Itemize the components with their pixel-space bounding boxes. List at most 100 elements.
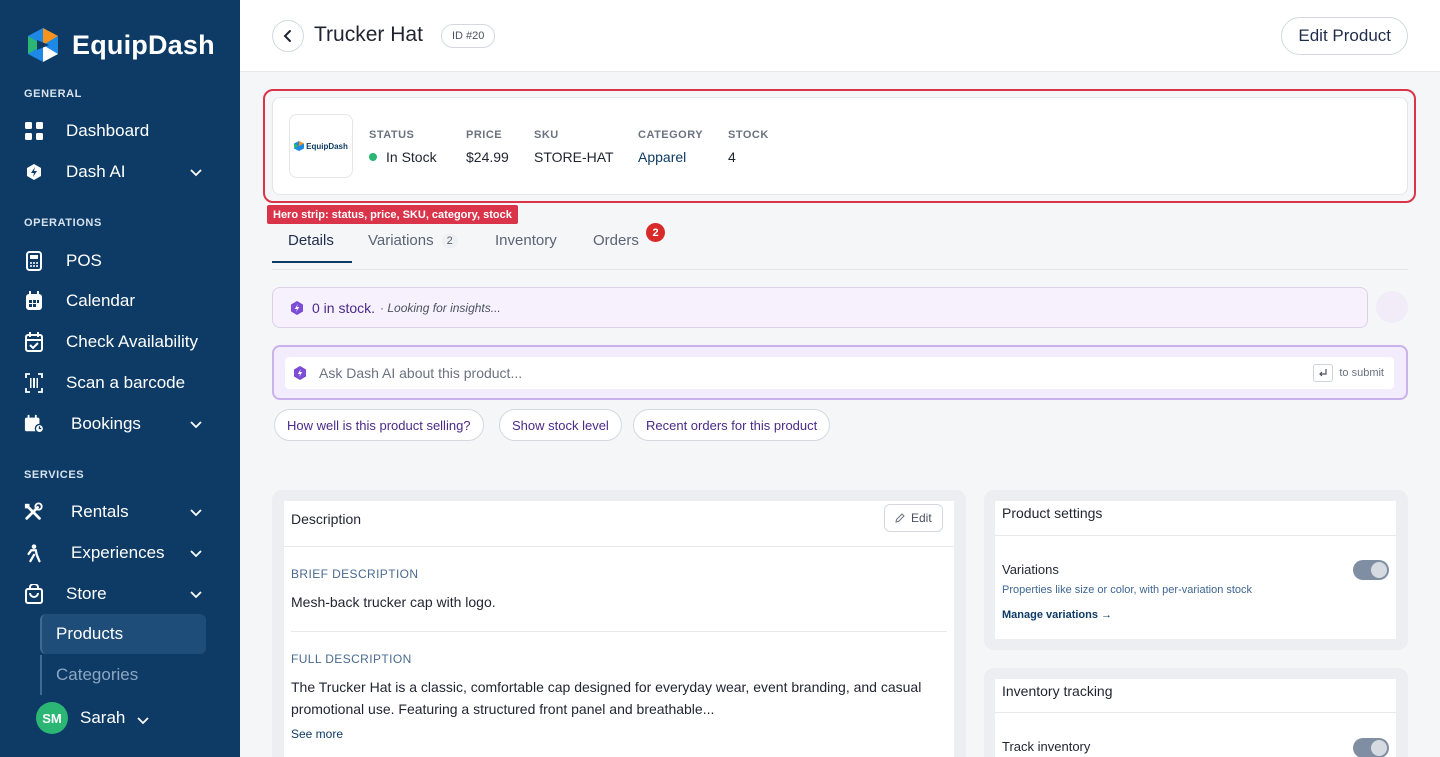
edit-product-button[interactable]: Edit Product <box>1281 17 1408 55</box>
nav-label-bookings: Bookings <box>71 414 141 433</box>
suggestion-chip[interactable]: Show stock level <box>499 409 622 441</box>
tab-orders[interactable]: Orders <box>593 232 639 249</box>
category-link[interactable]: Apparel <box>638 149 703 165</box>
nav-label-store: Store <box>66 584 107 603</box>
orders-count-badge: 2 <box>646 223 665 242</box>
enter-key-icon <box>1313 364 1334 382</box>
full-description-text: The Trucker Hat is a classic, comfortabl… <box>291 679 922 717</box>
tab-inventory[interactable]: Inventory <box>495 232 557 249</box>
track-inventory-name: Track inventory <box>1002 739 1091 754</box>
price-value: $24.99 <box>466 149 509 165</box>
divider <box>995 535 1396 536</box>
nav-label-check-availability: Check Availability <box>66 332 198 351</box>
section-label-general: GENERAL <box>24 88 82 100</box>
variations-setting-name: Variations <box>1002 562 1059 577</box>
tab-variations[interactable]: Variations 2 <box>368 232 458 249</box>
see-more-link[interactable]: See more <box>291 727 343 741</box>
hero-category: CATEGORY Apparel <box>638 129 703 165</box>
nav-item-dashboard[interactable]: Dashboard <box>24 113 216 149</box>
chevron-down-icon <box>190 421 202 429</box>
calendar-icon <box>24 291 44 311</box>
inventory-tracking-title: Inventory tracking <box>1002 683 1113 699</box>
nav-item-pos[interactable]: POS <box>24 243 216 279</box>
avatar: SM <box>36 702 68 734</box>
nav-label-calendar: Calendar <box>66 291 135 310</box>
brand-logo-icon <box>24 26 62 64</box>
variations-toggle[interactable] <box>1353 560 1389 580</box>
nav-item-scan-barcode[interactable]: Scan a barcode <box>24 365 216 401</box>
submit-hint: to submit <box>1313 364 1384 382</box>
full-description-label: FULL DESCRIPTION <box>291 652 412 666</box>
insight-secondary-text: · Looking for insights... <box>380 300 501 315</box>
insight-primary-text: 0 in stock. <box>312 299 376 316</box>
nav-item-dash-ai[interactable]: Dash AI <box>24 154 216 190</box>
inventory-tracking-card: Inventory tracking Track inventory <box>995 679 1396 757</box>
description-title: Description <box>291 511 362 527</box>
sub-item-categories[interactable]: Categories <box>40 655 206 695</box>
variations-count-badge: 2 <box>441 233 458 248</box>
dashboard-icon <box>24 121 44 141</box>
dash-ai-icon <box>291 300 303 315</box>
nav-item-calendar[interactable]: Calendar <box>24 283 216 319</box>
submit-hint-text: to submit <box>1339 367 1384 379</box>
pos-terminal-icon <box>24 251 44 271</box>
ask-ai-input[interactable]: Ask Dash AI about this product... to sub… <box>285 357 1394 389</box>
stock-label: STOCK <box>728 129 769 141</box>
nav-item-bookings[interactable]: Bookings <box>24 406 216 442</box>
product-settings-title: Product settings <box>1002 505 1103 521</box>
nav-label-rentals: Rentals <box>71 502 129 521</box>
edit-description-button[interactable]: Edit <box>884 504 943 532</box>
page-title: Trucker Hat <box>314 23 423 46</box>
user-name: Sarah <box>80 708 126 727</box>
product-image-logo-text: EquipDash <box>306 141 348 151</box>
bookings-icon <box>24 414 44 434</box>
sub-item-label-categories: Categories <box>56 665 139 684</box>
nav-item-experiences[interactable]: Experiences <box>24 535 216 571</box>
insight-action-button[interactable] <box>1376 291 1408 323</box>
status-text: In Stock <box>386 149 437 165</box>
chevron-down-icon <box>190 509 202 517</box>
variations-setting-description: Properties like size or color, with per-… <box>1002 584 1253 596</box>
tab-label-orders: Orders <box>593 232 639 249</box>
suggestion-chip[interactable]: How well is this product selling? <box>274 409 484 441</box>
tab-details[interactable]: Details <box>288 232 334 249</box>
tab-label-variations: Variations <box>368 232 434 249</box>
user-menu[interactable]: SM Sarah <box>36 702 151 734</box>
status-value: In Stock <box>369 149 437 165</box>
manage-variations-link[interactable]: Manage variations → <box>1002 609 1112 621</box>
product-image[interactable]: EquipDash <box>289 114 353 178</box>
nav-item-rentals[interactable]: Rentals <box>24 494 216 530</box>
description-card: Description Edit BRIEF DESCRIPTION Mesh-… <box>284 501 954 757</box>
nav-label-pos: POS <box>66 251 102 270</box>
section-label-operations: OPERATIONS <box>24 217 102 229</box>
hero-stock: STOCK 4 <box>728 129 769 165</box>
edit-label: Edit <box>911 511 932 525</box>
sub-item-label-products: Products <box>56 624 124 643</box>
chevron-down-icon <box>190 169 202 177</box>
tab-label-inventory: Inventory <box>495 232 557 249</box>
nav-item-store[interactable]: Store <box>24 576 216 612</box>
chevron-down-icon <box>137 716 150 724</box>
sub-item-products[interactable]: Products <box>40 614 206 654</box>
rentals-tools-icon <box>24 502 44 522</box>
brand-logo-icon <box>294 141 305 151</box>
brand[interactable]: EquipDash <box>24 26 215 64</box>
divider <box>291 631 947 632</box>
dash-ai-icon <box>24 162 44 182</box>
suggestion-chip[interactable]: Recent orders for this product <box>633 409 831 441</box>
back-button[interactable] <box>272 20 304 52</box>
calendar-check-icon <box>24 332 44 352</box>
track-inventory-toggle[interactable] <box>1353 738 1389 757</box>
hero-strip: EquipDash STATUS In Stock PRICE $24.99 S… <box>272 97 1408 195</box>
nav-label-scan-barcode: Scan a barcode <box>66 373 186 392</box>
id-chip: ID #20 <box>441 24 496 48</box>
hero-status: STATUS In Stock <box>369 129 437 165</box>
ask-ai-placeholder: Ask Dash AI about this product... <box>319 365 523 381</box>
nav-item-check-availability[interactable]: Check Availability <box>24 324 216 360</box>
brief-description-label: BRIEF DESCRIPTION <box>291 567 419 581</box>
sidebar: EquipDash GENERAL Dashboard Dash AI OPER… <box>0 0 240 757</box>
dash-ai-icon <box>294 366 306 380</box>
price-label: PRICE <box>466 129 503 141</box>
hero-sku: SKU STORE-HAT <box>534 129 614 165</box>
experiences-person-icon <box>24 543 44 563</box>
